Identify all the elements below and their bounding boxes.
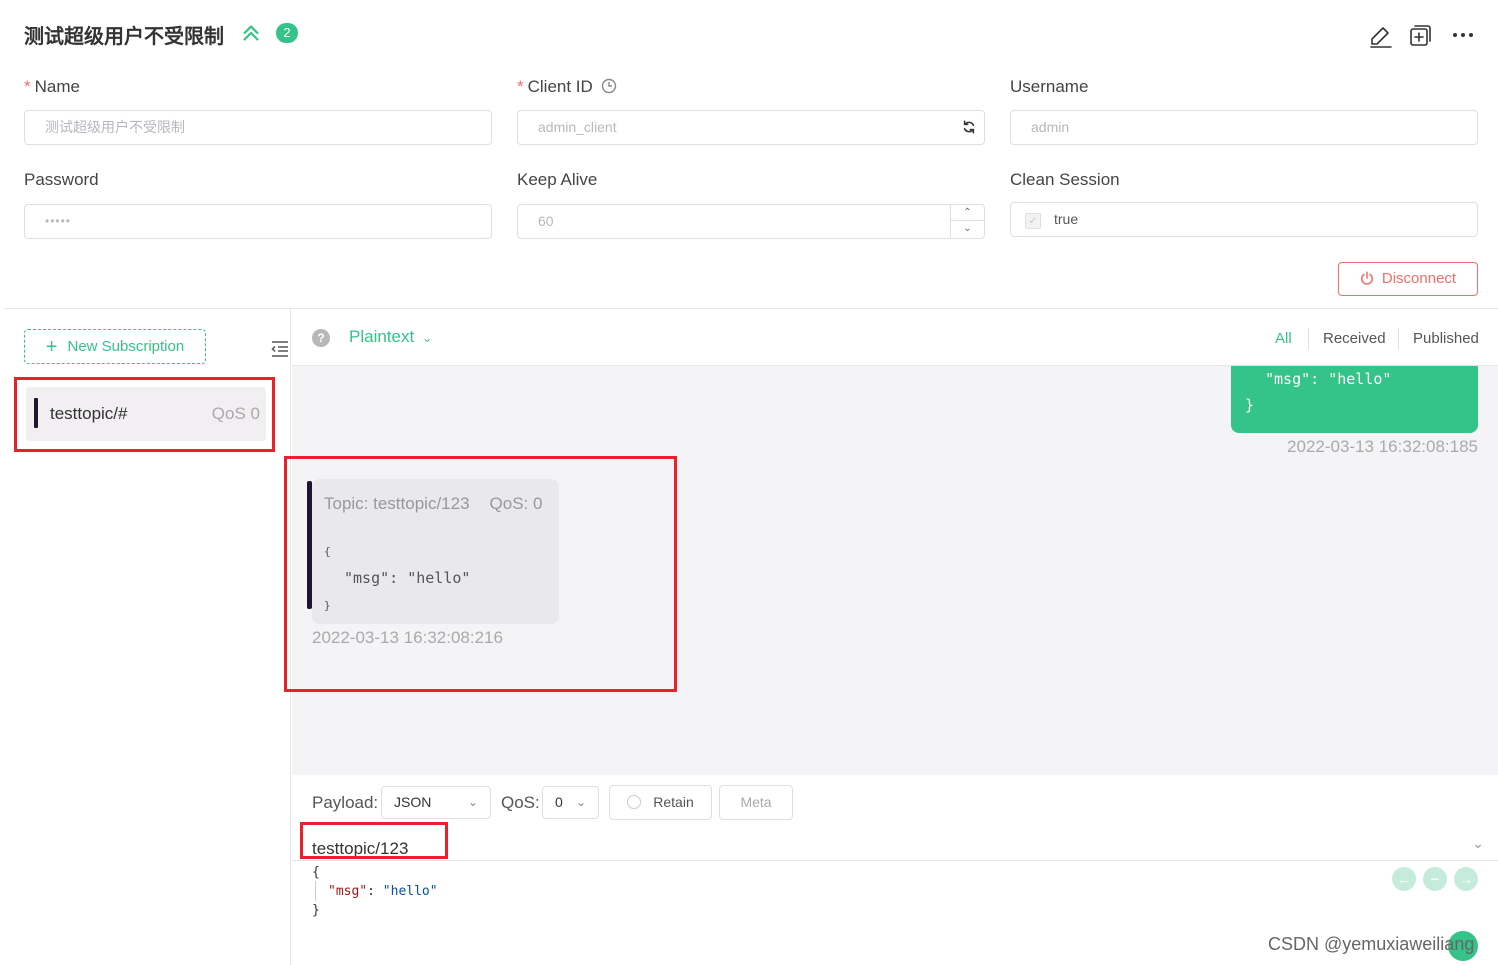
chevron-down-icon: ⌄ [467, 795, 478, 809]
qos-select[interactable]: 0 ⌄ [542, 786, 599, 819]
published-payload-close: } [1245, 396, 1255, 414]
count-badge: 2 [276, 23, 298, 43]
filter-tab-all[interactable]: All [1275, 330, 1292, 347]
help-icon[interactable]: ? [312, 329, 330, 347]
name-label: * Name [24, 77, 80, 96]
keep-alive-value: 60 [538, 213, 554, 229]
new-window-icon[interactable] [1408, 24, 1432, 48]
clock-icon[interactable] [601, 78, 617, 94]
new-subscription-button[interactable]: + New Subscription [24, 329, 206, 364]
keep-alive-field[interactable]: 60 ⌃ ⌄ [517, 204, 985, 239]
name-field[interactable]: 测试超级用户不受限制 [24, 110, 492, 145]
watermark: CSDN @yemuxiaweiliang [1268, 934, 1475, 954]
previous-message-icon[interactable]: ← [1392, 867, 1416, 891]
published-time: 2022-03-13 16:32:08:185 [1287, 437, 1478, 456]
client-id-field[interactable]: admin_client [517, 110, 985, 145]
refresh-icon[interactable] [962, 120, 976, 134]
collapse-up-icon[interactable] [240, 22, 262, 44]
clear-history-icon[interactable]: − [1423, 867, 1447, 891]
edit-icon[interactable] [1369, 24, 1393, 48]
username-label: Username [1010, 77, 1089, 96]
clean-session-checkbox[interactable]: ✓ [1025, 213, 1041, 229]
more-icon[interactable] [1451, 24, 1475, 48]
next-message-icon[interactable]: → [1454, 867, 1478, 891]
payload-divider [292, 860, 1498, 861]
filter-divider [1398, 328, 1399, 350]
annotation-box-subscription [14, 377, 275, 452]
chevron-down-icon[interactable]: ⌄ [1472, 835, 1484, 852]
keep-alive-stepper[interactable]: ⌃ ⌄ [950, 205, 984, 238]
annotation-box-topic [300, 822, 448, 859]
message-toolbar: ? Plaintext ⌄ All Received Published [292, 309, 1498, 366]
retain-toggle[interactable]: Retain [609, 785, 712, 820]
increase-arrow-icon[interactable]: ⌃ [951, 205, 984, 221]
filter-divider [1308, 328, 1309, 350]
disconnect-button[interactable]: Disconnect [1338, 262, 1478, 296]
payload-label: Payload: [312, 793, 379, 812]
format-select[interactable]: Plaintext ⌄ [349, 327, 432, 347]
chevron-down-icon: ⌄ [422, 331, 433, 345]
filter-tab-received[interactable]: Received [1323, 330, 1386, 347]
filter-tab-published[interactable]: Published [1413, 330, 1479, 347]
qos-label: QoS: [501, 793, 540, 812]
decrease-arrow-icon[interactable]: ⌄ [951, 221, 984, 237]
power-icon [1360, 271, 1373, 285]
published-message: "msg": "hello" } [1231, 366, 1478, 433]
plus-icon: + [45, 336, 58, 358]
username-field[interactable]: admin [1010, 110, 1478, 145]
keep-alive-label: Keep Alive [517, 170, 598, 189]
connection-title: 测试超级用户不受限制 [24, 26, 224, 48]
client-id-label: * Client ID [517, 77, 617, 97]
collapse-panel-icon[interactable] [270, 339, 290, 359]
password-label: Password [24, 170, 99, 189]
clean-session-value: true [1054, 211, 1079, 227]
payload-type-select[interactable]: JSON ⌄ [381, 786, 491, 819]
password-field[interactable]: ••••• [24, 204, 492, 239]
meta-button[interactable]: Meta [719, 785, 793, 820]
payload-editor[interactable]: {"msg": "hello"} [312, 863, 438, 920]
chevron-down-icon: ⌄ [575, 795, 586, 809]
clean-session-field[interactable]: ✓ true [1010, 202, 1478, 237]
published-payload-line: "msg": "hello" [1265, 370, 1392, 388]
client-id-value: admin_client [538, 119, 617, 135]
clean-session-label: Clean Session [1010, 170, 1120, 189]
annotation-box-received [284, 456, 677, 692]
retain-radio[interactable] [627, 795, 642, 809]
